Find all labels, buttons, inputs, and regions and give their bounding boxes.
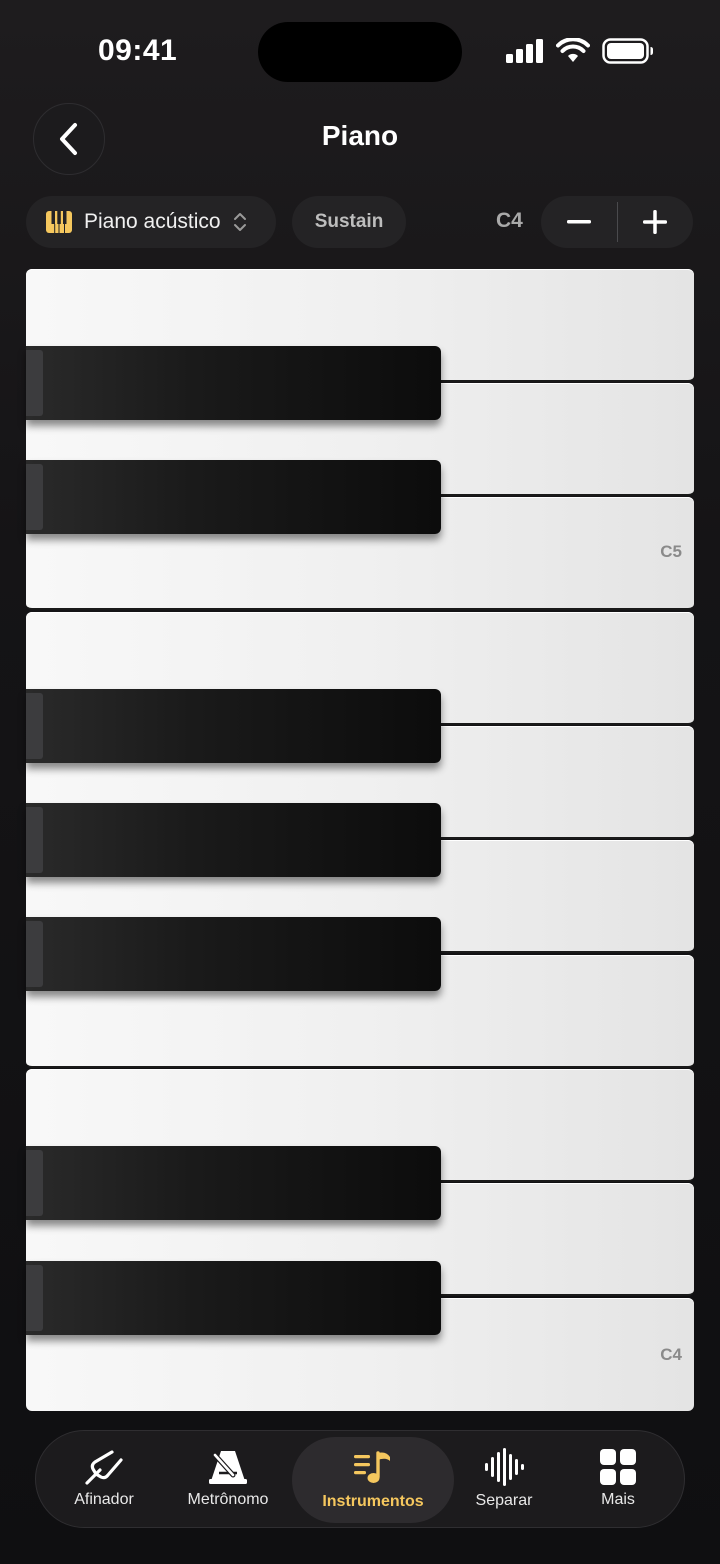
- chevron-up-down-icon: [233, 213, 246, 231]
- wifi-icon: [556, 38, 590, 62]
- tab-bar: Afinador Metrônomo Instrumentos Separar …: [35, 1430, 685, 1528]
- tab-separar[interactable]: Separar: [462, 1431, 546, 1527]
- tab-label-separar: Separar: [475, 1492, 533, 1509]
- tab-afinador[interactable]: Afinador: [54, 1431, 154, 1527]
- black-key[interactable]: [26, 917, 441, 991]
- page-title: Piano: [321, 120, 399, 151]
- tab-instrumentos[interactable]: Instrumentos: [292, 1437, 454, 1523]
- tab-label-instrumentos: Instrumentos: [322, 1493, 424, 1510]
- octave-stepper: [541, 196, 693, 248]
- black-key[interactable]: [26, 803, 441, 877]
- status-icons: [506, 38, 654, 64]
- battery-icon: [602, 38, 653, 64]
- dynamic-island: [258, 22, 462, 82]
- status-time: 09:41: [98, 34, 178, 67]
- octave-decrease-button[interactable]: [541, 196, 617, 248]
- music-note-list-icon: [354, 1451, 390, 1483]
- octave-label: C4: [496, 209, 523, 232]
- black-key[interactable]: [26, 346, 441, 420]
- black-key[interactable]: [26, 460, 441, 534]
- grid-icon: [600, 1449, 636, 1485]
- plus-icon: [643, 210, 668, 234]
- minus-icon: [566, 220, 591, 224]
- note-label-c5: C5: [660, 542, 682, 561]
- cellular-signal-icon: [506, 39, 543, 63]
- tab-label-afinador: Afinador: [74, 1491, 134, 1508]
- instrument-selector[interactable]: Piano acústico: [26, 196, 276, 248]
- tuning-fork-icon: [85, 1450, 123, 1485]
- piano-keys-icon: [46, 211, 72, 233]
- tab-mais[interactable]: Mais: [578, 1431, 658, 1527]
- piano-keyboard: C5 C4: [26, 269, 694, 1412]
- note-label-c4: C4: [660, 1345, 682, 1364]
- waveform-icon: [485, 1448, 524, 1486]
- tab-label-mais: Mais: [601, 1491, 635, 1508]
- metronome-icon: [209, 1451, 247, 1484]
- instrument-label: Piano acústico: [84, 210, 221, 233]
- sustain-toggle[interactable]: Sustain: [292, 196, 406, 248]
- screen: 09:41 Piano Piano acústico Sustain C4 C5…: [0, 0, 720, 1564]
- black-key[interactable]: [26, 689, 441, 763]
- black-key[interactable]: [26, 1146, 441, 1220]
- black-key[interactable]: [26, 1261, 441, 1335]
- tab-label-metronomo: Metrônomo: [187, 1491, 269, 1508]
- tab-metronomo[interactable]: Metrônomo: [172, 1431, 284, 1527]
- octave-increase-button[interactable]: [618, 196, 694, 248]
- sustain-label: Sustain: [314, 211, 384, 232]
